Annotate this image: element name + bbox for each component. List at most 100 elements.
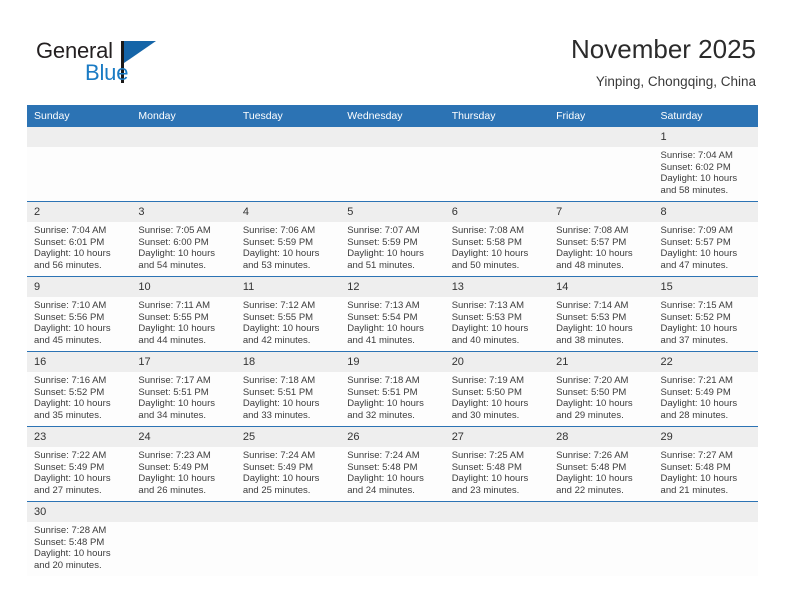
calendar-day-cell[interactable]: 5 Sunrise: 7:07 AM Sunset: 5:59 PM Daylight… <box>340 201 445 277</box>
day-number: 30 <box>27 502 132 522</box>
daylight-text-line1: Daylight: 10 hours <box>34 323 111 335</box>
day-details: Sunrise: 7:21 AM Sunset: 5:49 PM Daylight:… <box>654 372 758 421</box>
day-number <box>549 502 654 522</box>
sunset-text: Sunset: 5:49 PM <box>138 461 209 473</box>
day-number: 2 <box>27 202 132 222</box>
daylight-text-line1: Daylight: 10 hours <box>660 173 738 185</box>
day-number: 14 <box>549 277 654 297</box>
day-number <box>131 502 236 522</box>
daylight-text-line2: and 20 minutes. <box>34 559 102 571</box>
calendar-day-cell[interactable]: 21 Sunrise: 7:20 AM Sunset: 5:50 PM Dayligh… <box>549 351 654 427</box>
daylight-text-line1: Daylight: 10 hours <box>34 473 111 485</box>
calendar-week-row: 30 Sunrise: 7:28 AM Sunset: 5:48 PM Dayligh… <box>27 501 758 576</box>
calendar-day-cell[interactable]: 15 Sunrise: 7:15 AM Sunset: 5:52 PM Dayligh… <box>653 276 758 352</box>
day-details: Sunrise: 7:24 AM Sunset: 5:48 PM Daylight:… <box>340 447 444 496</box>
sunset-text: Sunset: 5:52 PM <box>660 311 731 323</box>
day-number: 23 <box>27 427 132 447</box>
day-details: Sunrise: 7:19 AM Sunset: 5:50 PM Daylight:… <box>445 372 549 421</box>
daylight-text-line2: and 24 minutes. <box>347 484 415 496</box>
sunrise-text: Sunrise: 7:22 AM <box>34 450 107 461</box>
daylight-text-line2: and 53 minutes. <box>242 259 311 271</box>
calendar-day-cell[interactable]: 10 Sunrise: 7:11 AM Sunset: 5:55 PM Dayligh… <box>131 276 236 352</box>
daylight-text-line1: Daylight: 10 hours <box>347 323 424 335</box>
day-number: 27 <box>444 427 550 447</box>
sunrise-text: Sunrise: 7:18 AM <box>242 375 316 386</box>
sunset-text: Sunset: 5:51 PM <box>347 386 418 398</box>
sunset-text: Sunset: 5:50 PM <box>556 386 627 398</box>
day-number: 29 <box>653 427 758 447</box>
day-number: 28 <box>549 427 654 447</box>
daylight-text-line1: Daylight: 10 hours <box>556 248 633 260</box>
daylight-text-line2: and 34 minutes. <box>138 409 207 421</box>
calendar-day-cell[interactable]: 3 Sunrise: 7:05 AM Sunset: 6:00 PM Daylight… <box>131 201 236 277</box>
sunset-text: Sunset: 5:59 PM <box>347 236 418 248</box>
general-blue-logo[interactable]: General Blue <box>36 38 236 90</box>
day-details <box>549 147 653 150</box>
sunrise-text: Sunrise: 7:24 AM <box>347 450 420 461</box>
logo-flag-icon <box>124 41 156 63</box>
day-number <box>549 127 654 147</box>
calendar-day-cell[interactable]: 14 Sunrise: 7:14 AM Sunset: 5:53 PM Dayligh… <box>549 276 654 352</box>
calendar-day-cell[interactable]: 19 Sunrise: 7:18 AM Sunset: 5:51 PM Dayligh… <box>340 351 445 427</box>
calendar-day-cell[interactable]: 11 Sunrise: 7:12 AM Sunset: 5:55 PM Dayligh… <box>235 276 341 352</box>
sunset-text: Sunset: 5:53 PM <box>451 311 522 323</box>
calendar-day-cell[interactable]: 16 Sunrise: 7:16 AM Sunset: 5:52 PM Dayligh… <box>27 351 132 427</box>
calendar-day-cell[interactable]: 7 Sunrise: 7:08 AM Sunset: 5:57 PM Daylight… <box>549 201 654 277</box>
calendar-day-cell[interactable]: 2 Sunrise: 7:04 AM Sunset: 6:01 PM Daylight… <box>27 201 132 277</box>
day-number: 25 <box>235 427 341 447</box>
calendar-day-cell[interactable]: 20 Sunrise: 7:19 AM Sunset: 5:50 PM Dayligh… <box>444 351 550 427</box>
calendar-day-cell[interactable]: 9 Sunrise: 7:10 AM Sunset: 5:56 PM Daylight… <box>27 276 132 352</box>
calendar-day-cell[interactable]: 30 Sunrise: 7:28 AM Sunset: 5:48 PM Dayligh… <box>27 501 132 576</box>
calendar-empty-cell <box>444 501 550 576</box>
calendar-day-cell[interactable]: 1 Sunrise: 7:04 AM Sunset: 6:02 PM Daylight… <box>653 127 758 202</box>
day-number: 4 <box>235 202 341 222</box>
daylight-text-line1: Daylight: 10 hours <box>451 323 529 335</box>
day-details <box>445 522 549 525</box>
day-details: Sunrise: 7:26 AM Sunset: 5:48 PM Daylight:… <box>549 447 653 496</box>
calendar-day-cell[interactable]: 17 Sunrise: 7:17 AM Sunset: 5:51 PM Dayligh… <box>131 351 236 427</box>
calendar-day-cell[interactable]: 8 Sunrise: 7:09 AM Sunset: 5:57 PM Daylight… <box>653 201 758 277</box>
calendar-day-cell[interactable]: 18 Sunrise: 7:18 AM Sunset: 5:51 PM Dayligh… <box>235 351 341 427</box>
day-number: 20 <box>444 352 550 372</box>
calendar-week-row: 1 Sunrise: 7:04 AM Sunset: 6:02 PM Daylight… <box>27 127 758 202</box>
calendar-empty-cell <box>340 127 445 202</box>
sunrise-text: Sunrise: 7:08 AM <box>451 225 525 236</box>
calendar-day-cell[interactable]: 12 Sunrise: 7:13 AM Sunset: 5:54 PM Dayligh… <box>340 276 445 352</box>
calendar-day-cell[interactable]: 26 Sunrise: 7:24 AM Sunset: 5:48 PM Dayligh… <box>340 426 445 502</box>
daylight-text-line2: and 56 minutes. <box>34 259 102 271</box>
daylight-text-line2: and 33 minutes. <box>242 409 311 421</box>
calendar-day-cell[interactable]: 6 Sunrise: 7:08 AM Sunset: 5:58 PM Daylight… <box>444 201 550 277</box>
calendar-empty-cell <box>235 127 341 202</box>
daylight-text-line1: Daylight: 10 hours <box>242 473 320 485</box>
calendar-day-cell[interactable]: 28 Sunrise: 7:26 AM Sunset: 5:48 PM Dayligh… <box>549 426 654 502</box>
calendar-day-cell[interactable]: 22 Sunrise: 7:21 AM Sunset: 5:49 PM Dayligh… <box>653 351 758 427</box>
calendar-day-cell[interactable]: 24 Sunrise: 7:23 AM Sunset: 5:49 PM Dayligh… <box>131 426 236 502</box>
day-number <box>653 502 758 522</box>
day-number: 10 <box>131 277 236 297</box>
daylight-text-line1: Daylight: 10 hours <box>451 398 529 410</box>
daylight-text-line2: and 51 minutes. <box>347 259 415 271</box>
daylight-text-line2: and 27 minutes. <box>34 484 102 496</box>
calendar-empty-cell <box>549 501 654 576</box>
calendar-day-cell[interactable]: 25 Sunrise: 7:24 AM Sunset: 5:49 PM Dayligh… <box>235 426 341 502</box>
calendar-day-cell[interactable]: 13 Sunrise: 7:13 AM Sunset: 5:53 PM Dayligh… <box>444 276 550 352</box>
day-number: 24 <box>131 427 236 447</box>
sunset-text: Sunset: 5:53 PM <box>556 311 627 323</box>
day-details: Sunrise: 7:11 AM Sunset: 5:55 PM Daylight:… <box>131 297 235 346</box>
calendar-day-cell[interactable]: 27 Sunrise: 7:25 AM Sunset: 5:48 PM Dayligh… <box>444 426 550 502</box>
daylight-text-line2: and 48 minutes. <box>556 259 624 271</box>
sunrise-text: Sunrise: 7:21 AM <box>660 375 733 386</box>
daylight-text-line1: Daylight: 10 hours <box>556 323 633 335</box>
day-number: 8 <box>653 202 758 222</box>
daylight-text-line1: Daylight: 10 hours <box>34 548 111 560</box>
day-number: 1 <box>653 127 758 147</box>
day-number: 18 <box>235 352 341 372</box>
day-number: 16 <box>27 352 132 372</box>
day-details: Sunrise: 7:25 AM Sunset: 5:48 PM Daylight:… <box>445 447 549 496</box>
calendar-day-cell[interactable]: 23 Sunrise: 7:22 AM Sunset: 5:49 PM Dayligh… <box>27 426 132 502</box>
sunset-text: Sunset: 5:52 PM <box>34 386 105 398</box>
calendar-day-cell[interactable]: 29 Sunrise: 7:27 AM Sunset: 5:48 PM Dayligh… <box>653 426 758 502</box>
day-number <box>340 127 445 147</box>
calendar-day-cell[interactable]: 4 Sunrise: 7:06 AM Sunset: 5:59 PM Daylight… <box>235 201 341 277</box>
sunset-text: Sunset: 5:49 PM <box>242 461 314 473</box>
